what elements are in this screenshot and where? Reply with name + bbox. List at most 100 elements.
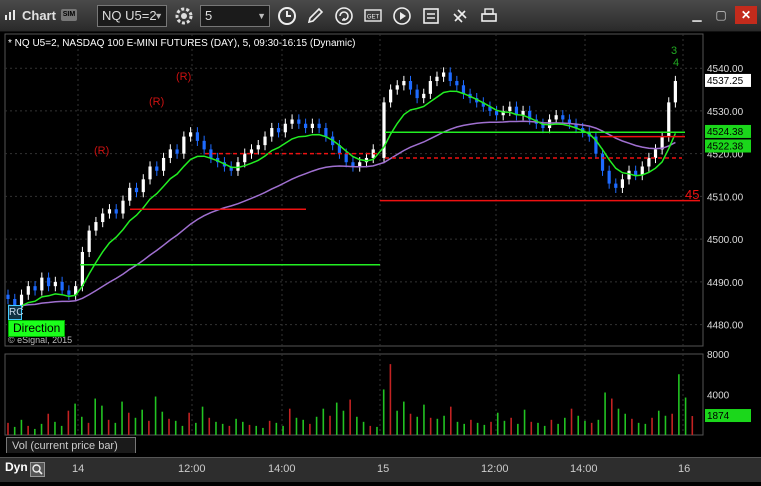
minimize-icon[interactable]: ▁ bbox=[686, 6, 708, 24]
price-pane-border bbox=[4, 33, 704, 347]
refresh-icon[interactable] bbox=[333, 5, 355, 27]
candle-body bbox=[547, 119, 552, 129]
candle-body bbox=[310, 123, 314, 129]
x-tick-label: 12:00 bbox=[481, 463, 509, 475]
candle-body bbox=[304, 123, 308, 129]
clock-icon[interactable] bbox=[276, 5, 298, 27]
candle-body bbox=[6, 294, 10, 299]
candle-body bbox=[101, 213, 105, 223]
candle-body bbox=[620, 179, 624, 188]
x-tick-label: 16 bbox=[678, 463, 691, 475]
y-tick-label: 4540.00 bbox=[707, 64, 744, 75]
candle-body bbox=[67, 290, 71, 295]
candle-body bbox=[141, 179, 145, 193]
link-icon[interactable] bbox=[449, 5, 471, 27]
candle-body bbox=[607, 170, 611, 184]
maximize-icon[interactable]: ▢ bbox=[710, 6, 732, 24]
candle-body bbox=[175, 149, 179, 154]
candle-body bbox=[53, 281, 57, 287]
candle-body bbox=[358, 162, 362, 167]
candle-body bbox=[270, 128, 274, 137]
candle-body bbox=[317, 123, 321, 129]
y-tick-label: 4530.00 bbox=[707, 107, 744, 118]
interval-value: 5 bbox=[205, 8, 213, 23]
candle-body bbox=[554, 115, 558, 120]
chart-canvas[interactable]: 4540.004530.004520.004510.004500.004490.… bbox=[0, 32, 761, 481]
candle-body bbox=[161, 157, 166, 171]
settings-gear-icon[interactable] bbox=[173, 5, 195, 27]
volume-last-value: 1874 bbox=[707, 411, 730, 422]
candle-body bbox=[442, 72, 446, 77]
candle-body bbox=[87, 230, 91, 252]
app-title: Chart bbox=[22, 8, 56, 23]
candle-body bbox=[614, 183, 618, 188]
dynamic-mode-label[interactable]: Dyn bbox=[5, 460, 28, 474]
last-price-value: 4537.25 bbox=[707, 76, 744, 87]
symbol-combo[interactable]: NQ U5=2 ▼ bbox=[97, 5, 167, 27]
volume-study-tab[interactable]: Vol (current price bar) bbox=[6, 437, 136, 453]
symbol-value: NQ U5=2 bbox=[102, 8, 157, 23]
chevron-down-icon[interactable]: ▼ bbox=[154, 6, 163, 26]
candle-body bbox=[263, 136, 267, 146]
interval-combo[interactable]: 5 ▼ bbox=[200, 5, 270, 27]
candle-body bbox=[107, 209, 112, 214]
candle-body bbox=[94, 222, 98, 231]
candle-body bbox=[168, 149, 172, 158]
x-tick-label: 14 bbox=[72, 463, 85, 475]
candle-body bbox=[395, 85, 399, 90]
candle-body bbox=[33, 286, 37, 291]
rc-box[interactable]: RC bbox=[8, 305, 23, 320]
candle-body bbox=[134, 187, 139, 193]
candle-body bbox=[46, 277, 51, 287]
candle-body bbox=[508, 106, 512, 111]
candle-body bbox=[283, 123, 287, 133]
candle-body bbox=[114, 209, 118, 214]
candle-body bbox=[600, 153, 605, 171]
candle-body bbox=[415, 89, 419, 99]
count-label: 3 bbox=[671, 45, 677, 57]
candle-body bbox=[653, 149, 658, 158]
candle-body bbox=[189, 132, 193, 137]
get-data-icon[interactable]: GET bbox=[362, 5, 384, 27]
chevron-down-icon[interactable]: ▼ bbox=[257, 6, 266, 26]
volume-y-tick: 8000 bbox=[707, 350, 730, 361]
candle-body bbox=[435, 76, 439, 82]
x-tick-label: 15 bbox=[377, 463, 390, 475]
direction-button[interactable]: Direction bbox=[8, 320, 66, 337]
x-tick-label: 14:00 bbox=[268, 463, 296, 475]
print-icon[interactable] bbox=[478, 5, 500, 27]
lower-band-value: 4522.38 bbox=[707, 141, 744, 152]
magnify-icon[interactable] bbox=[30, 462, 45, 477]
candle-body bbox=[26, 286, 30, 295]
play-icon[interactable] bbox=[391, 5, 413, 27]
chart-window-titlebar: Chart SIM NQ U5=2 ▼ 5 ▼ GET ▁ ▢ ✕ bbox=[0, 0, 761, 32]
candle-body bbox=[195, 132, 199, 141]
candle-body bbox=[561, 115, 565, 120]
annotation-r: (R) bbox=[149, 96, 164, 108]
candle-body bbox=[673, 81, 677, 103]
pencil-draw-icon[interactable] bbox=[304, 5, 326, 27]
candle-body bbox=[422, 93, 426, 99]
candle-body bbox=[202, 140, 206, 150]
y-tick-label: 4500.00 bbox=[707, 235, 744, 246]
candle-body bbox=[448, 72, 452, 82]
template-icon[interactable] bbox=[420, 5, 442, 27]
candle-body bbox=[428, 81, 432, 94]
sim-badge: SIM bbox=[61, 9, 77, 21]
upper-band-value: 4524.38 bbox=[707, 127, 744, 138]
candle-body bbox=[634, 170, 638, 176]
candle-body bbox=[494, 110, 499, 116]
candle-body bbox=[324, 128, 328, 137]
candle-body bbox=[647, 157, 651, 167]
chart-app-icon bbox=[5, 10, 15, 20]
chart-title: * NQ U5=2, NASDAQ 100 E-MINI FUTURES (DA… bbox=[8, 38, 355, 49]
candle-body bbox=[382, 102, 386, 158]
close-icon[interactable]: ✕ bbox=[735, 6, 757, 24]
candle-body bbox=[389, 89, 393, 103]
candle-body bbox=[455, 81, 459, 86]
candle-body bbox=[276, 128, 281, 133]
candle-body bbox=[155, 166, 159, 171]
candle-body bbox=[627, 170, 631, 180]
candle-body bbox=[148, 166, 152, 180]
y-tick-label: 4480.00 bbox=[707, 321, 744, 332]
